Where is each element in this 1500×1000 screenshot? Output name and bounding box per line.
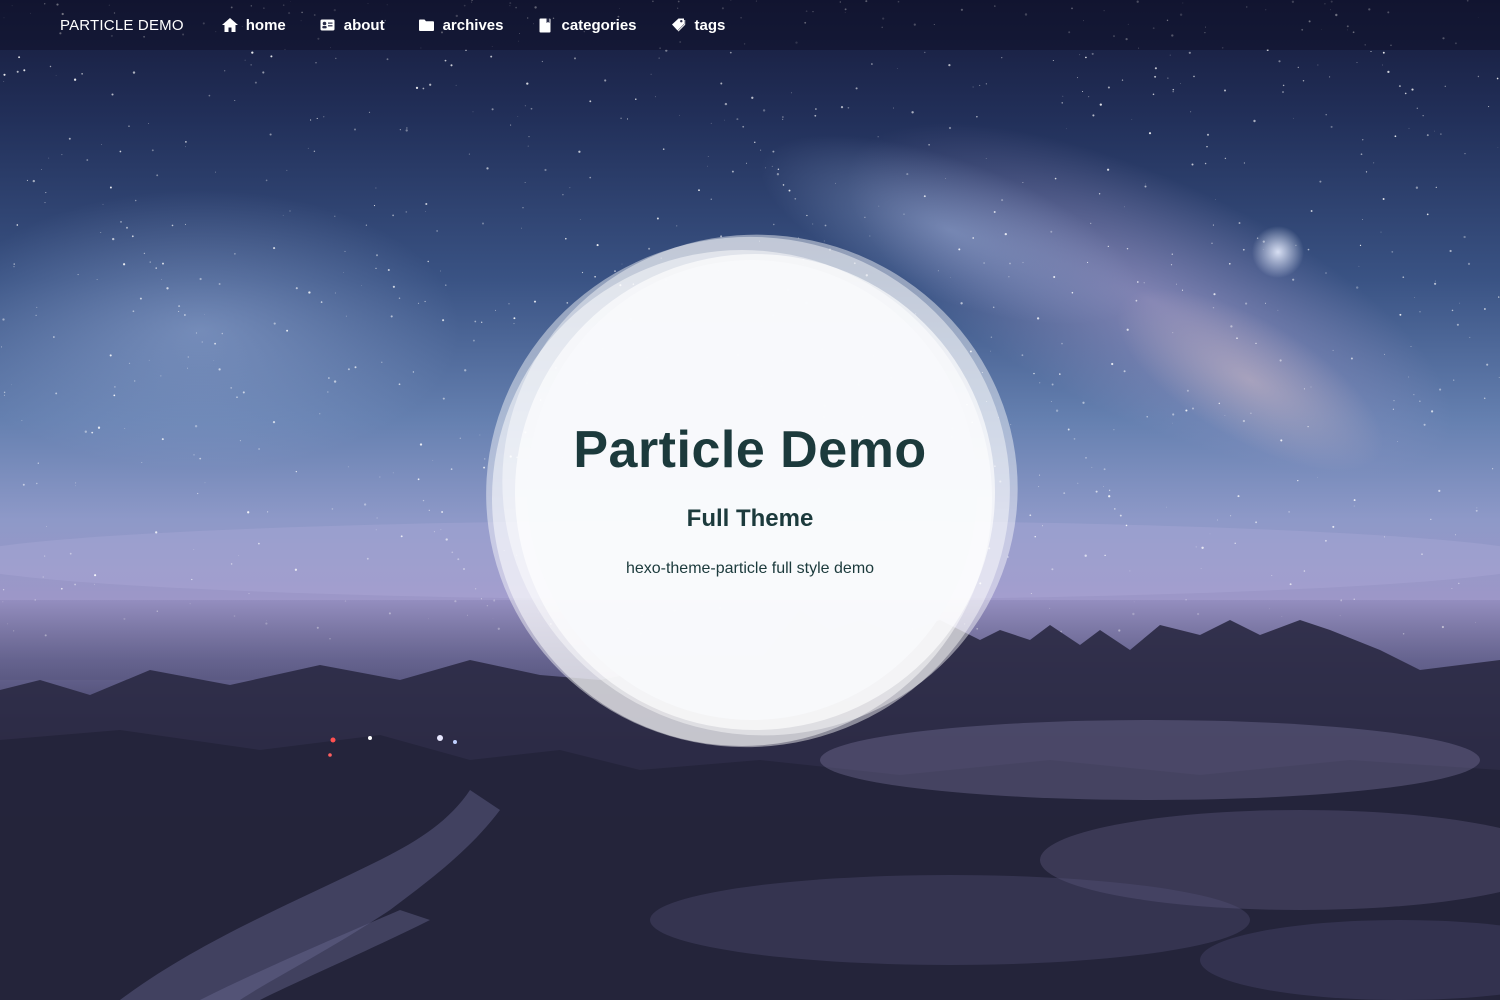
page: PARTICLE DEMO home about archives catego… — [0, 0, 1500, 1000]
site-subtitle: Full Theme — [686, 505, 814, 532]
id-card-icon — [320, 17, 336, 33]
site-title: Particle Demo — [573, 421, 927, 479]
tags-icon — [671, 17, 687, 33]
nav-item-label: about — [343, 16, 385, 34]
nav-item-archives[interactable]: archives — [419, 16, 504, 34]
top-navbar: PARTICLE DEMO home about archives catego… — [0, 0, 1500, 50]
nav-item-label: tags — [694, 16, 726, 34]
nav-item-tags[interactable]: tags — [671, 16, 726, 34]
nav-item-categories[interactable]: categories — [537, 16, 637, 34]
nav-item-home[interactable]: home — [221, 16, 286, 34]
home-icon — [221, 17, 238, 33]
site-brand-link[interactable]: PARTICLE DEMO — [60, 17, 184, 34]
nav-item-about[interactable]: about — [320, 17, 385, 34]
nav-item-label: categories — [561, 16, 637, 34]
bookmark-icon — [537, 17, 553, 33]
nav-menu: home about archives categories tags — [221, 16, 760, 34]
hero-text-block: Particle Demo Full Theme hexo-theme-part… — [480, 230, 1025, 755]
nav-item-label: archives — [442, 16, 504, 34]
site-description: hexo-theme-particle full style demo — [625, 560, 875, 577]
hero-circle: Particle Demo Full Theme hexo-theme-part… — [480, 230, 1025, 755]
nav-item-label: home — [245, 16, 286, 34]
folder-icon — [419, 17, 435, 33]
